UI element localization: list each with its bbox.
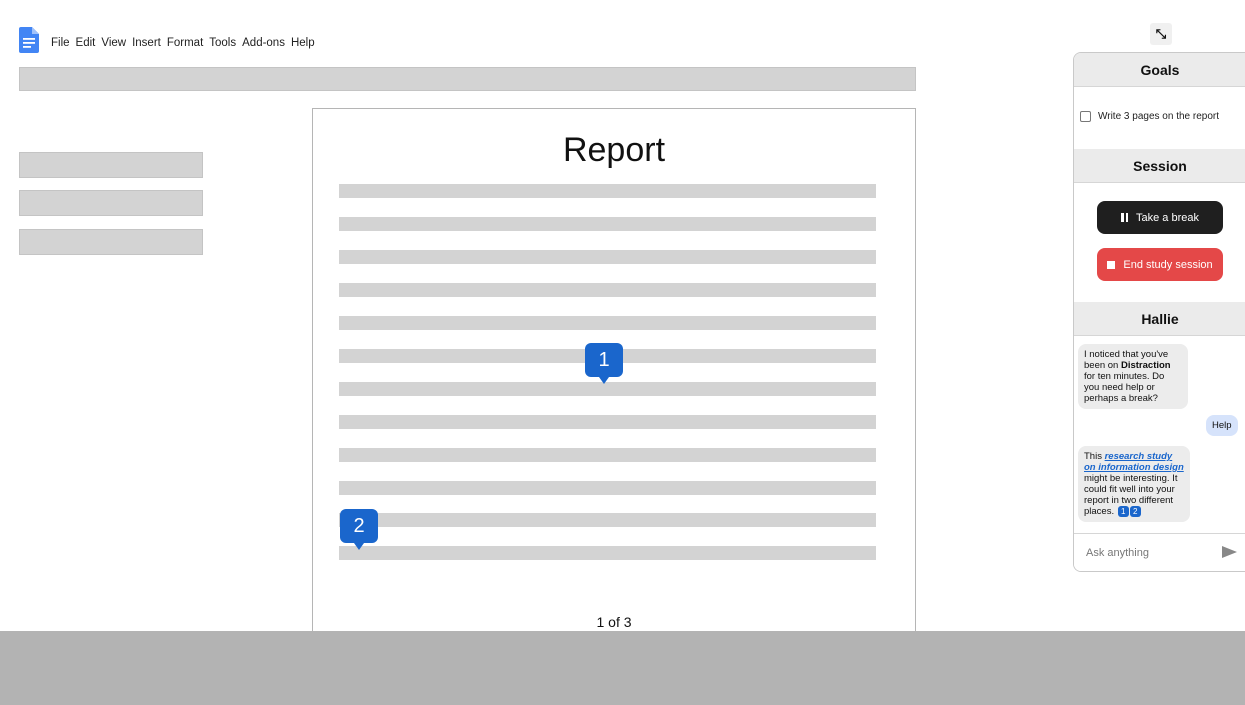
session-header: Session [1074,149,1245,183]
chat-input[interactable]: Ask anything [1074,533,1245,571]
goal-checkbox[interactable] [1080,111,1091,122]
menu-format[interactable]: Format [167,37,203,49]
marker-reference-2[interactable]: 2 [1129,506,1141,517]
outline-item[interactable] [19,152,203,178]
message-text: This [1084,451,1105,462]
text-line-placeholder [339,217,876,231]
end-session-button[interactable]: End study session [1097,248,1223,281]
take-break-label: Take a break [1136,211,1199,224]
text-line-placeholder [339,448,876,462]
outline-item[interactable] [19,190,203,216]
assistant-message: This research study on information desig… [1078,446,1190,523]
marker-reference-1[interactable]: 1 [1117,506,1129,517]
message-text: for ten minutes. Do you need help or per… [1084,371,1165,404]
goal-item[interactable]: Write 3 pages on the report [1080,111,1219,122]
goal-label: Write 3 pages on the report [1098,111,1219,122]
text-line-placeholder [339,481,876,495]
stop-icon [1107,260,1116,269]
end-session-label: End study session [1123,258,1213,271]
bottom-bar [0,631,1245,705]
menu-bar: File Edit View Insert Format Tools Add-o… [51,37,315,49]
text-line-placeholder [339,283,876,297]
text-line-placeholder [339,546,876,560]
menu-view[interactable]: View [101,37,126,49]
menu-help[interactable]: Help [291,37,315,49]
menu-add-ons[interactable]: Add-ons [242,37,285,49]
menu-edit[interactable]: Edit [76,37,96,49]
chat-header: Hallie [1074,302,1245,336]
insertion-marker-1[interactable]: 1 [585,343,623,384]
goals-header: Goals [1074,53,1245,87]
message-bold-text: Distraction [1120,360,1171,371]
outline-item[interactable] [19,229,203,255]
page-indicator: 1 of 3 [596,614,632,630]
text-line-placeholder [339,316,876,330]
take-break-button[interactable]: Take a break [1097,201,1223,234]
assistant-panel: Goals Write 3 pages on the report Sessio… [1073,52,1245,572]
document-title: Report [562,131,666,169]
document-page: Report 1 2 1 of 3 [312,108,916,638]
chat-input-placeholder: Ask anything [1086,547,1149,559]
text-line-placeholder [339,382,876,396]
send-icon[interactable] [1222,546,1237,558]
menu-file[interactable]: File [51,37,70,49]
pause-icon [1121,213,1128,222]
user-message: Help [1206,415,1238,436]
insertion-marker-2[interactable]: 2 [340,509,378,550]
collapse-panel-icon[interactable]: ⤡ [1150,23,1172,45]
menu-tools[interactable]: Tools [209,37,236,49]
text-line-placeholder [339,415,876,429]
formatting-toolbar[interactable] [19,67,916,91]
text-line-placeholder [339,513,876,527]
text-line-placeholder [339,250,876,264]
assistant-message: I noticed that you've been on Distractio… [1078,344,1188,409]
menu-insert[interactable]: Insert [132,37,161,49]
text-line-placeholder [339,184,876,198]
docs-app-icon [19,27,39,53]
